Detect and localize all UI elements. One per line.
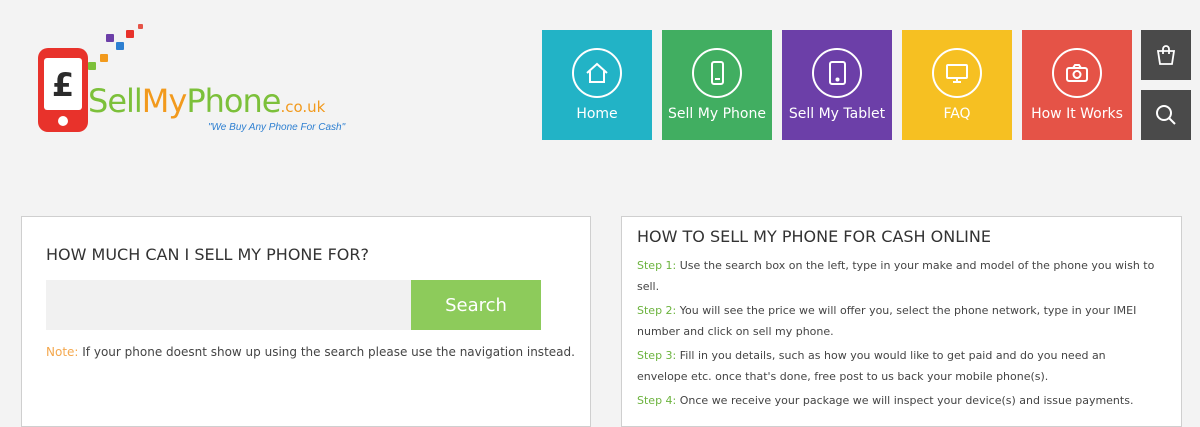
nav-tile-label: Home [576,106,618,122]
step-text: Once we receive your package we will ins… [676,394,1134,407]
step-item: Step 1: Use the search box on the left, … [637,255,1157,297]
search-icon [1156,105,1176,125]
how-to-title: HOW TO SELL MY PHONE FOR CASH ONLINE [637,227,991,246]
monitor-icon [932,48,982,98]
step-item: Step 3: Fill in you details, such as how… [637,345,1157,387]
search-button[interactable]: Search [411,280,541,330]
steps-list: Step 1: Use the search box on the left, … [637,255,1157,414]
logo-coin [106,34,114,42]
nav-tile-label: How It Works [1031,106,1123,122]
step-text: You will see the price we will offer you… [637,304,1137,338]
phone-icon [692,48,742,98]
phone-logo-icon: £ [38,48,88,132]
phone-search-input[interactable] [46,280,412,330]
brand-name: SellMyPhone.co.uk [88,82,326,120]
nav-tile-sell-my-tablet[interactable]: Sell My Tablet [782,30,892,140]
nav-tile-label: FAQ [943,106,971,122]
brand-tagline: "We Buy Any Phone For Cash" [208,122,346,133]
price-search-panel: HOW MUCH CAN I SELL MY PHONE FOR? Search… [21,216,591,427]
site-logo[interactable]: £ SellMyPhone.co.uk "We Buy Any Phone Fo… [30,22,390,142]
camera-icon [1052,48,1102,98]
home-icon [572,48,622,98]
step-label: Step 1: [637,259,677,272]
logo-coin [116,42,124,50]
step-item: Step 2: You will see the price we will o… [637,300,1157,342]
step-label: Step 3: [637,349,677,362]
step-label: Step 4: [637,394,677,407]
tablet-icon [812,48,862,98]
nav-tile-faq[interactable]: FAQ [902,30,1012,140]
how-to-sell-panel: HOW TO SELL MY PHONE FOR CASH ONLINE Ste… [621,216,1182,427]
search-toggle-button[interactable] [1141,90,1191,140]
step-label: Step 2: [637,304,677,317]
logo-coin [126,30,134,38]
svg-text:£: £ [52,66,74,104]
logo-coin [100,54,108,62]
nav-tile-sell-my-phone[interactable]: Sell My Phone [662,30,772,140]
nav-tile-label: Sell My Tablet [788,106,886,122]
nav-tile-how-it-works[interactable]: How It Works [1022,30,1132,140]
basket-icon [1156,45,1176,65]
logo-coin [88,62,96,70]
note-label: Note: [46,345,79,359]
nav-tile-home[interactable]: Home [542,30,652,140]
step-text: Fill in you details, such as how you wou… [637,349,1106,383]
nav-tile-label: Sell My Phone [668,106,766,122]
step-text: Use the search box on the left, type in … [637,259,1155,293]
basket-button[interactable] [1141,30,1191,80]
logo-coin [138,24,143,29]
note-text: If your phone doesnt show up using the s… [78,345,575,359]
search-note: Note: If your phone doesnt show up using… [46,345,575,359]
step-item: Step 4: Once we receive your package we … [637,390,1157,411]
price-search-title: HOW MUCH CAN I SELL MY PHONE FOR? [46,245,369,264]
